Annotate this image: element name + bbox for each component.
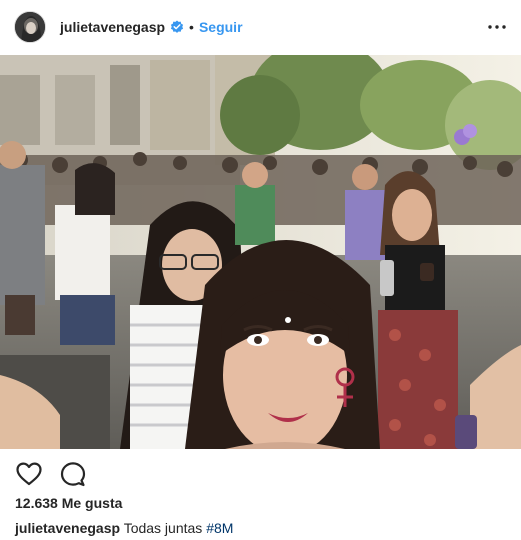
caption-text: Todas juntas <box>123 520 203 536</box>
post-photo[interactable] <box>0 55 521 449</box>
verified-badge-icon <box>170 20 184 34</box>
caption-username[interactable]: julietavenegasp <box>15 520 120 536</box>
follow-button[interactable]: Seguir <box>199 19 243 35</box>
post-header: julietavenegasp • Seguir <box>0 0 521 54</box>
avatar-image <box>15 12 45 42</box>
likes-count[interactable]: 12.638 Me gusta <box>15 495 122 511</box>
post-photo-image <box>0 55 521 449</box>
post-actions <box>0 456 521 492</box>
more-options-icon[interactable] <box>485 17 509 37</box>
post-caption: julietavenegasp Todas juntas #8M <box>15 520 233 536</box>
caption-hashtag[interactable]: #8M <box>206 520 233 536</box>
header-separator: • <box>189 19 194 35</box>
heart-icon[interactable] <box>14 459 44 489</box>
header-username[interactable]: julietavenegasp <box>60 19 165 35</box>
avatar[interactable] <box>14 11 46 43</box>
comment-bubble-icon[interactable] <box>58 459 88 489</box>
